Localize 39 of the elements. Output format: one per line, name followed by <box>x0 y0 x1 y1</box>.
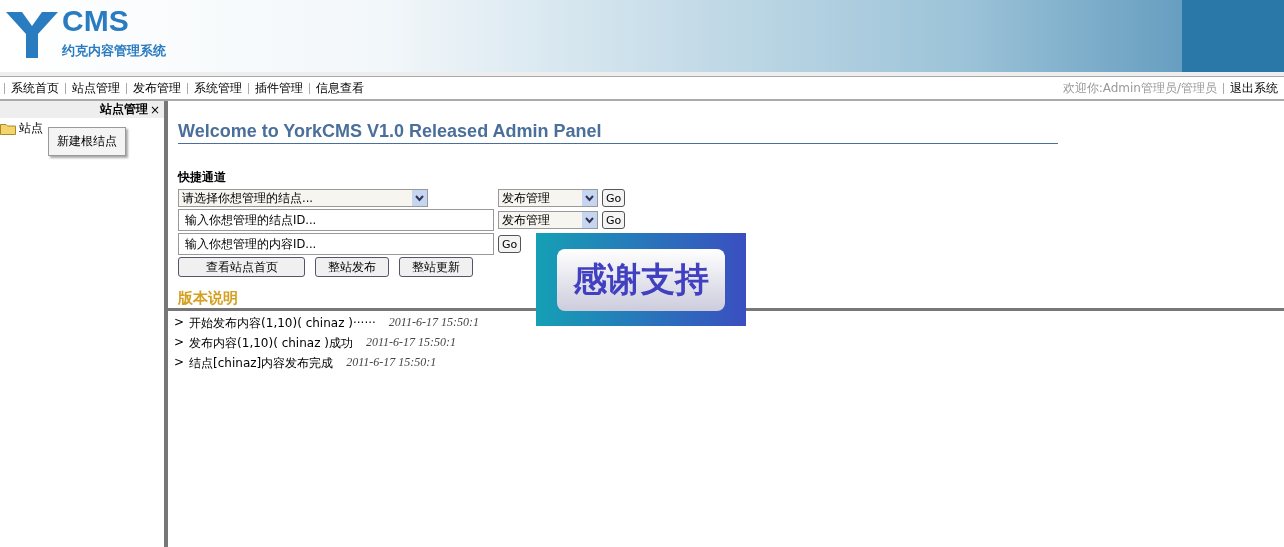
log-text: 发布内容(1,10)( chinaz )成功 <box>189 335 353 352</box>
nav-link[interactable]: 系统首页 <box>11 79 59 97</box>
nav-link[interactable]: 发布管理 <box>133 79 181 97</box>
action-button[interactable]: 整站更新 <box>399 257 473 277</box>
content-id-field[interactable]: 输入你想管理的内容ID... <box>178 233 494 255</box>
action-button[interactable]: 整站发布 <box>315 257 389 277</box>
log-marker: > <box>174 355 185 371</box>
folder-icon <box>0 122 16 135</box>
action-select[interactable]: 发布管理 <box>498 211 598 229</box>
log-text: 结点[chinaz]内容发布完成 <box>189 355 334 372</box>
go-button[interactable]: Go <box>602 189 626 207</box>
logout-link[interactable]: 退出系统 <box>1230 79 1278 97</box>
section-title: 版本说明 <box>178 289 239 308</box>
close-button[interactable]: × <box>149 103 160 116</box>
banner-text: 感谢支持 <box>557 248 725 311</box>
action-button[interactable]: 查看站点首页 <box>178 257 305 277</box>
node-id-field[interactable]: 输入你想管理的结点ID... <box>178 209 494 231</box>
nav-link[interactable]: 信息查看 <box>316 79 364 97</box>
go-button[interactable]: Go <box>602 211 626 229</box>
nav-link[interactable]: 站点管理 <box>72 79 120 97</box>
logo-text: CMS <box>62 6 130 36</box>
welcome-text: 欢迎你:Admin管理员/管理员 <box>1062 79 1217 97</box>
log-time: 2011-6-17 15:50:1 <box>388 315 479 331</box>
log-marker: > <box>174 315 185 331</box>
log-text: 开始发布内容(1,10)( chinaz )······ <box>189 315 376 332</box>
nav-link[interactable]: 系统管理 <box>194 79 242 97</box>
logo-subtitle: 约克内容管理系统 <box>62 42 166 60</box>
sidebar-title: 站点管理 <box>99 101 148 118</box>
nav-link[interactable]: 插件管理 <box>255 79 303 97</box>
section-title: 快捷通道 <box>178 169 227 186</box>
menu-item[interactable]: 新建根结点 <box>57 134 117 148</box>
node-select[interactable]: 请选择你想管理的结点... <box>178 189 428 207</box>
tree-item[interactable]: 站点 <box>19 120 43 137</box>
page-title: Welcome to YorkCMS V1.0 Released Admin Panel <box>178 121 1058 144</box>
log-marker: > <box>174 335 185 351</box>
go-button[interactable]: Go <box>498 235 522 253</box>
log-time: 2011-6-17 15:50:1 <box>365 335 457 351</box>
log-time: 2011-6-17 15:50:1 <box>346 355 437 371</box>
action-select[interactable]: 发布管理 <box>498 189 598 207</box>
